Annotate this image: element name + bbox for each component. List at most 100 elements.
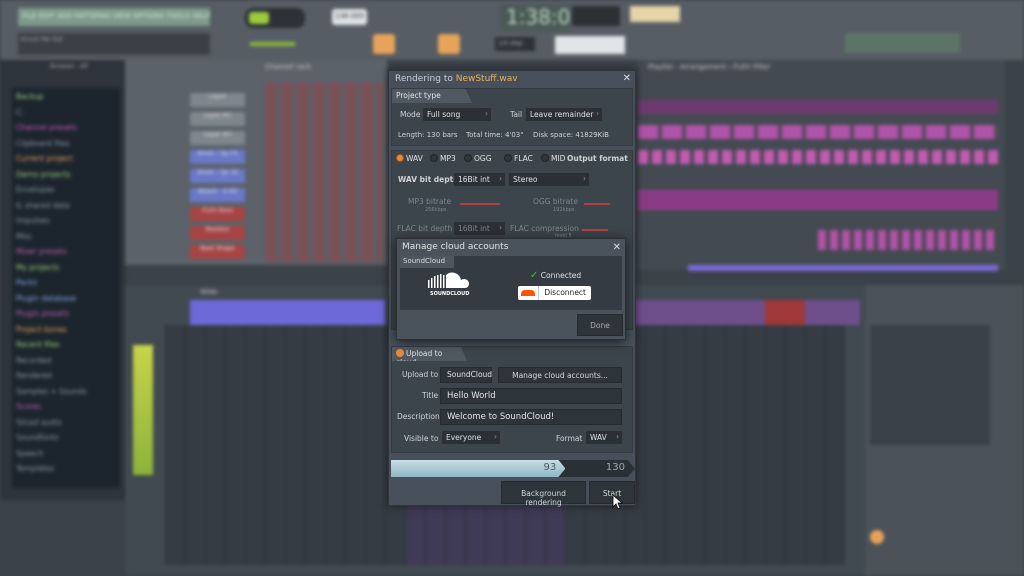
mixer-track[interactable] (745, 325, 765, 565)
channel-button[interactable]: Layer (190, 93, 245, 107)
channel-button[interactable]: Resistor (190, 226, 245, 240)
browser-item[interactable]: Speech (16, 449, 116, 465)
browser-item[interactable]: C: (16, 108, 116, 124)
background-rendering-button[interactable]: Background rendering (501, 481, 586, 507)
channel-button[interactable]: Layer #3 (190, 131, 245, 145)
description-input[interactable]: Welcome to SoundCloud! (440, 409, 622, 425)
soundcloud-small-icon (518, 286, 540, 300)
format-radio-mp3[interactable]: MP3 (430, 154, 456, 163)
mixer-track[interactable] (665, 325, 685, 565)
upload-toggle-icon[interactable] (396, 349, 404, 357)
browser-item[interactable]: Envelopes (16, 185, 116, 201)
browser-item[interactable]: Misc (16, 232, 116, 248)
channel-rack-title: Channel rack (265, 63, 312, 71)
pattern-selector[interactable] (555, 36, 625, 54)
flac-compression-slider[interactable] (582, 229, 608, 231)
close-icon[interactable]: ✕ (613, 242, 621, 253)
channels-select[interactable]: Stereo (509, 173, 589, 186)
main-menu[interactable]: FILE EDIT ADD PATTERNS VIEW OPTIONS TOOL… (18, 8, 210, 26)
mixer-track[interactable] (365, 325, 385, 565)
tail-select[interactable]: Leave remainder (526, 108, 602, 121)
mixer-track[interactable] (185, 325, 205, 565)
browser-item[interactable]: Templates (16, 464, 116, 480)
mixer-inserts-panel (865, 285, 1024, 576)
disconnect-button[interactable]: Disconnect (518, 286, 591, 300)
mixer-track[interactable] (825, 325, 845, 565)
browser-item[interactable]: Soundfonts (16, 433, 116, 449)
browser-item[interactable]: Recent files (16, 340, 116, 356)
format-radio-flac[interactable]: FLAC (504, 154, 533, 163)
format-radio-wav[interactable]: WAV (396, 154, 423, 163)
browser-item[interactable]: My projects (16, 263, 116, 279)
mixer-track[interactable] (345, 325, 365, 565)
tail-label: Tail (510, 110, 523, 119)
mixer-track[interactable] (225, 325, 245, 565)
channel-button[interactable]: Amen - tip 1b (190, 169, 245, 183)
snap-select[interactable]: 1/4 step (495, 37, 535, 51)
mixer-track[interactable] (165, 325, 185, 565)
browser-item[interactable]: Rendered (16, 371, 116, 387)
upload-header[interactable]: Upload to cloud (392, 347, 467, 361)
browser-item[interactable]: Clipboard files (16, 139, 116, 155)
mixer-track[interactable] (265, 325, 285, 565)
browser-item[interactable]: IL shared data (16, 201, 116, 217)
done-button[interactable]: Done (577, 314, 623, 336)
title-input[interactable]: Hello World (440, 388, 622, 404)
browser-item[interactable]: Plugin database (16, 294, 116, 310)
browser-item[interactable]: Demo projects (16, 170, 116, 186)
mixer-track[interactable] (205, 325, 225, 565)
transport-controls[interactable] (245, 8, 305, 28)
channel-button[interactable]: Amen - tip FX (190, 150, 245, 164)
upload-format-select[interactable]: WAV (586, 431, 622, 444)
manage-cloud-accounts-button[interactable]: Manage cloud accounts... (498, 367, 622, 383)
browser-item[interactable]: Samples + Sounds (16, 387, 116, 403)
upload-section: Upload to cloud Upload to SoundCloud Man… (391, 346, 633, 453)
browser-item[interactable]: Recorded (16, 356, 116, 372)
browser-item[interactable]: Packs (16, 278, 116, 294)
status-text: Connected (540, 271, 582, 280)
browser-item[interactable]: Sliced audio (16, 418, 116, 434)
main-toolbar: FILE EDIT ADD PATTERNS VIEW OPTIONS TOOL… (0, 0, 1024, 60)
browser-item[interactable]: Scores (16, 402, 116, 418)
mixer-track[interactable] (305, 325, 325, 565)
mode-select[interactable]: Full song (423, 108, 491, 121)
browser-item[interactable]: Project bones (16, 325, 116, 341)
tempo-display[interactable]: 138.000 (332, 9, 367, 25)
browser-item[interactable]: Current project (16, 154, 116, 170)
ogg-bitrate-slider[interactable] (584, 203, 610, 205)
format-label: FLAC (514, 154, 533, 163)
mixer-track[interactable] (785, 325, 805, 565)
browser-item[interactable]: Backup (16, 92, 116, 108)
visible-to-select[interactable]: Everyone (442, 431, 500, 444)
pattern-mode-button[interactable] (373, 34, 395, 54)
mixer-track[interactable] (805, 325, 825, 565)
mixer-track[interactable] (685, 325, 705, 565)
close-icon[interactable]: ✕ (623, 73, 631, 84)
browser-item[interactable]: Impulses (16, 216, 116, 232)
mixer-track[interactable] (725, 325, 745, 565)
mixer-track[interactable] (245, 325, 265, 565)
mixer-track[interactable] (325, 325, 345, 565)
format-radio-ogg[interactable]: OGG (464, 154, 492, 163)
draw-tool-button[interactable] (438, 34, 460, 54)
mixer-track[interactable] (645, 325, 665, 565)
channel-button[interactable]: Attack - 4 Hit (190, 188, 245, 202)
flac-bit-depth-select[interactable]: 16Bit int (454, 222, 505, 235)
channel-button[interactable]: Beat Shape (190, 245, 245, 259)
step-sequencer[interactable] (265, 82, 383, 262)
browser-item[interactable]: Plugin presets (16, 309, 116, 325)
project-type-header[interactable]: Project type (392, 89, 472, 103)
format-radio-mid[interactable]: MID (541, 154, 565, 163)
browser-item[interactable]: Channel presets (16, 123, 116, 139)
master-volume[interactable] (250, 42, 295, 46)
upload-to-select[interactable]: SoundCloud (440, 367, 492, 383)
channel-button[interactable]: FLEX Bass (190, 207, 245, 221)
mixer-track[interactable] (285, 325, 305, 565)
channel-button[interactable]: Layer #2 (190, 112, 245, 126)
wav-bit-depth-select[interactable]: 16Bit int (454, 173, 505, 186)
play-button[interactable] (249, 12, 269, 24)
mp3-bitrate-slider[interactable] (460, 203, 500, 205)
mixer-track[interactable] (705, 325, 725, 565)
browser-item[interactable]: Mixer presets (16, 247, 116, 263)
mixer-track[interactable] (765, 325, 785, 565)
